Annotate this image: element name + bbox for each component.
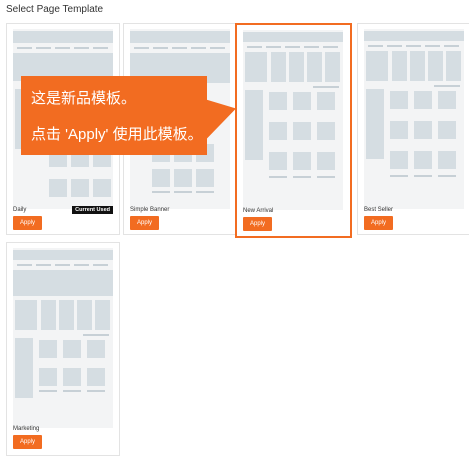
template-card-new-arrival[interactable]: New Arrival Apply <box>235 23 352 238</box>
apply-button-simple-banner[interactable]: Apply <box>130 216 159 230</box>
apply-button-marketing[interactable]: Apply <box>13 435 42 449</box>
tooltip-line-1: 这是新品模板。 <box>31 90 137 107</box>
current-used-badge: Current Used <box>72 206 113 214</box>
template-name: New Arrival <box>243 208 274 214</box>
template-name: Best Seller <box>364 207 394 213</box>
template-name: Simple Banner <box>130 207 170 213</box>
template-name: Marketing <box>13 426 40 432</box>
template-card-marketing[interactable]: Marketing Apply <box>6 242 120 456</box>
template-name: Daily <box>13 207 27 213</box>
page-heading: Select Page Template <box>6 4 104 15</box>
guide-tooltip: 这是新品模板。 点击 'Apply' 使用此模板。 <box>21 76 207 155</box>
template-thumbnail <box>243 30 343 210</box>
tooltip-line-2: 点击 'Apply' 使用此模板。 <box>31 126 203 143</box>
apply-button-daily[interactable]: Apply <box>13 216 42 230</box>
template-thumbnail <box>13 248 113 428</box>
apply-button-new-arrival[interactable]: Apply <box>243 217 272 231</box>
template-card-best-seller[interactable]: Best Seller Apply <box>357 23 469 235</box>
template-thumbnail <box>364 29 464 209</box>
apply-button-best-seller[interactable]: Apply <box>364 216 393 230</box>
